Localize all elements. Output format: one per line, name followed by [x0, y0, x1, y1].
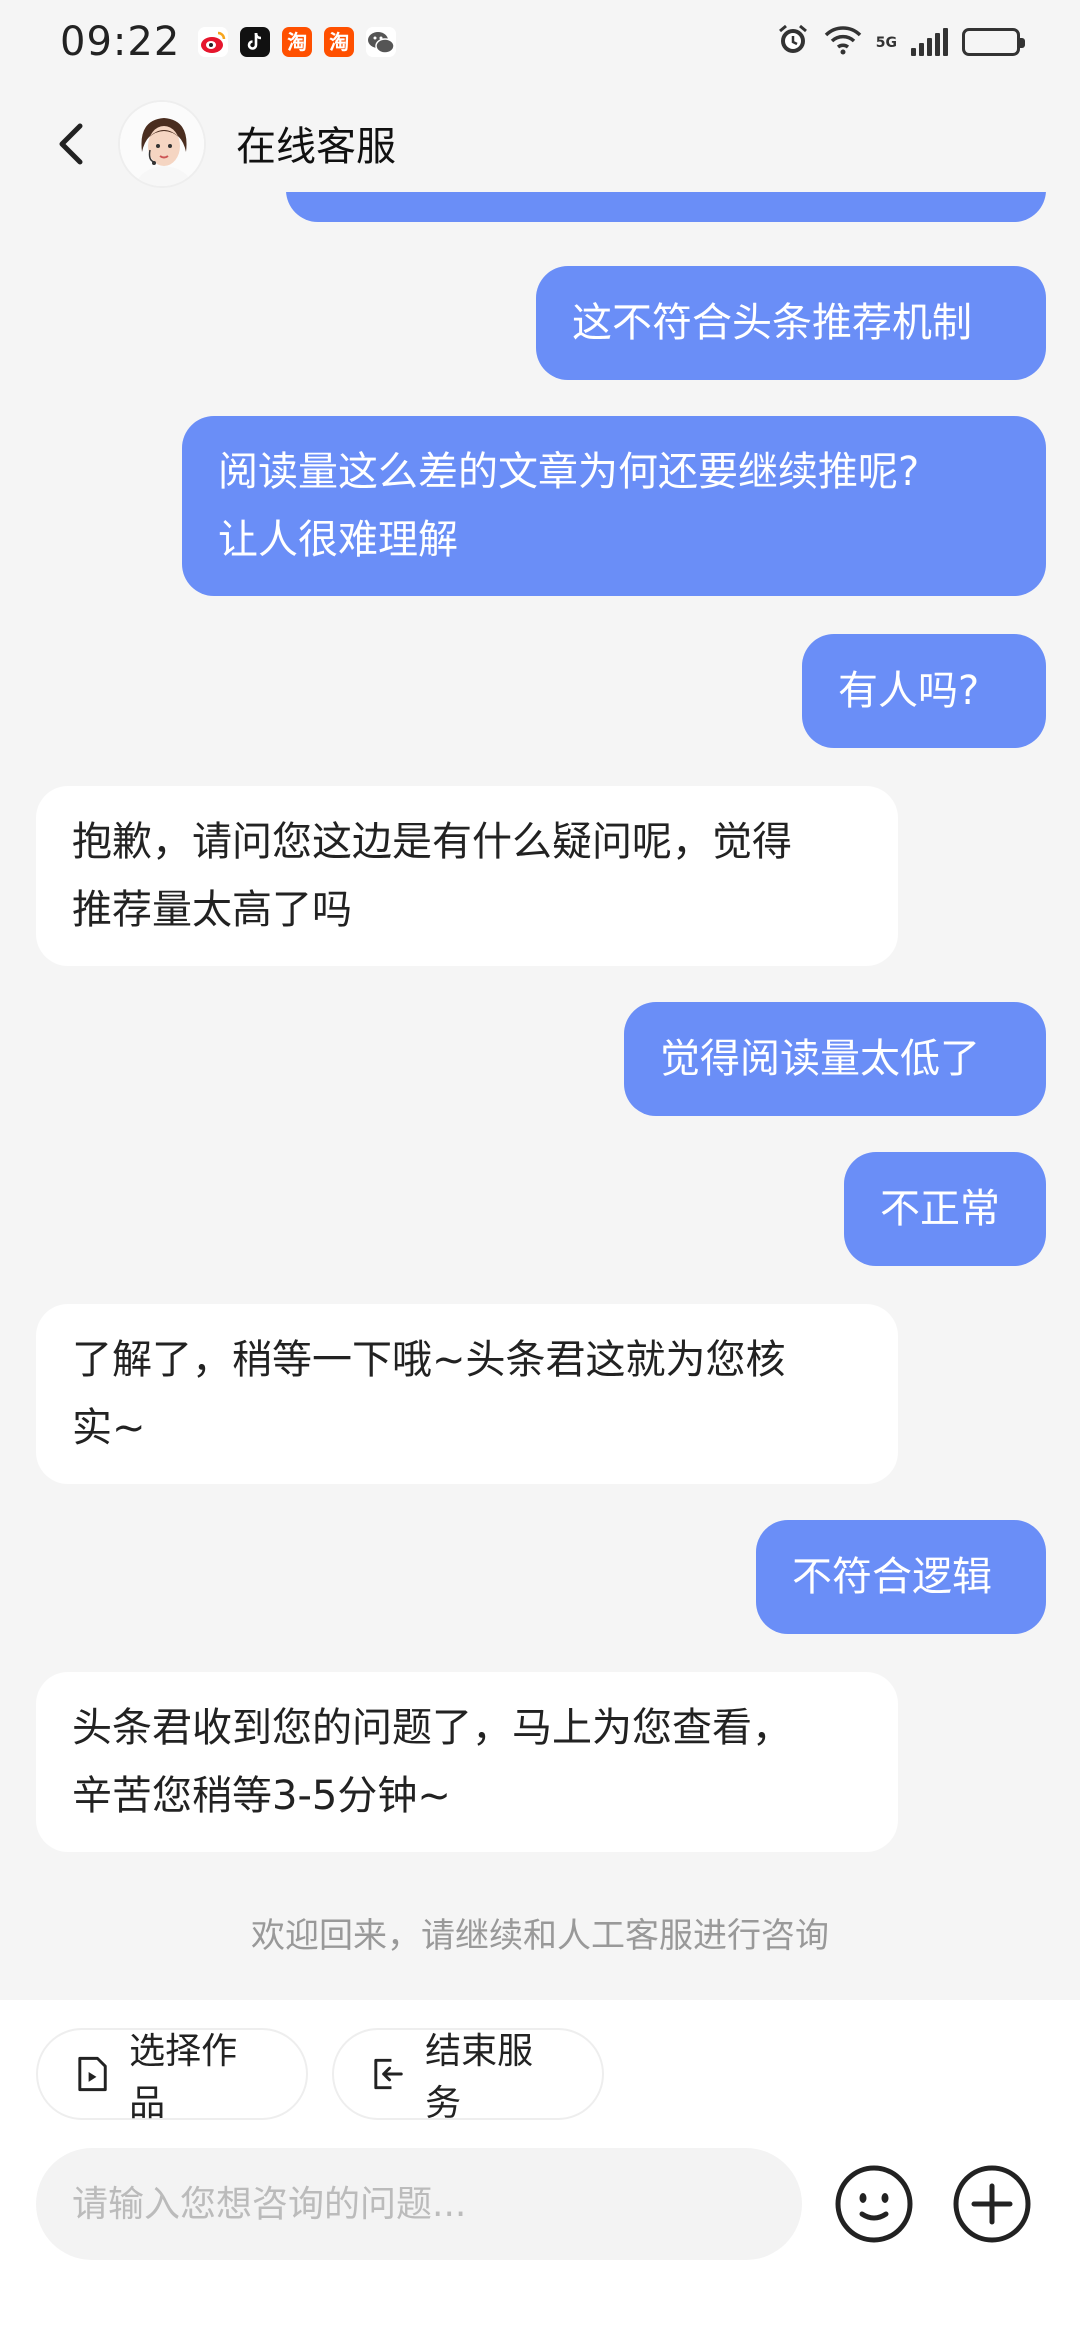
signal-icon — [911, 28, 948, 56]
message-text: 这不符合头条推荐机制 — [572, 300, 972, 346]
message-bubble-incoming[interactable]: 头条君收到您的问题了，马上为您查看， 辛苦您稍等3-5分钟~ — [36, 1672, 898, 1852]
message-bubble-outgoing[interactable]: 这不符合头条推荐机制 — [536, 266, 1046, 380]
select-work-button[interactable]: 选择作品 — [36, 2028, 308, 2124]
chat-list[interactable]: 这不符合头条推荐机制 阅读量这么差的文章为何还要继续推呢? 让人很难理解 有人吗… — [0, 192, 1080, 2000]
system-status: 5G — [776, 23, 1025, 61]
message-text: 阅读量这么差的文章为何还要继续推呢? — [218, 449, 920, 495]
alarm-icon — [776, 23, 810, 61]
end-service-label: 结束服务 — [425, 2031, 534, 2124]
network-type: 5G — [875, 35, 897, 51]
composer-area: 选择作品 结束服务 — [0, 2000, 1080, 2340]
exit-icon — [374, 2058, 403, 2090]
message-text: 让人很难理解 — [218, 517, 458, 563]
message-bubble-outgoing[interactable]: 不符合逻辑 — [756, 1520, 1046, 1634]
status-bar: 09:22 淘 淘 5G — [0, 0, 1080, 84]
chat-header: 在线客服 — [0, 96, 1080, 192]
plus-icon — [953, 2165, 1031, 2243]
message-text: 有人吗? — [838, 668, 980, 714]
more-button[interactable] — [950, 2162, 1034, 2246]
system-hint: 欢迎回来，请继续和人工客服进行咨询 — [251, 1916, 829, 1956]
emoji-button[interactable] — [832, 2162, 916, 2246]
message-text: 推荐量太高了吗 — [72, 887, 352, 933]
battery-icon — [962, 28, 1025, 56]
message-bubble-incoming[interactable]: 抱歉，请问您这边是有什么疑问呢，觉得 推荐量太高了吗 — [36, 786, 898, 966]
emoji-icon — [835, 2165, 913, 2243]
status-time: 09:22 — [60, 19, 181, 65]
message-text: 辛苦您稍等3-5分钟~ — [72, 1773, 451, 1819]
message-bubble-outgoing[interactable] — [286, 192, 1046, 222]
tiktok-icon — [240, 27, 271, 57]
message-text: 不正常 — [880, 1186, 1000, 1232]
notification-icons: 淘 淘 — [198, 27, 397, 57]
avatar[interactable] — [118, 100, 206, 188]
message-text: 觉得阅读量太低了 — [660, 1036, 980, 1082]
wechat-icon — [366, 27, 397, 57]
message-input[interactable] — [36, 2148, 802, 2260]
message-text: 抱歉，请问您这边是有什么疑问呢，觉得 — [72, 819, 792, 865]
taobao-icon: 淘 — [282, 27, 313, 57]
end-service-button[interactable]: 结束服务 — [332, 2028, 604, 2124]
back-button[interactable] — [44, 116, 100, 172]
select-work-label: 选择作品 — [129, 2031, 238, 2124]
message-text: 头条君收到您的问题了，马上为您查看， — [72, 1705, 792, 1751]
message-text: 不符合逻辑 — [792, 1554, 992, 1600]
message-bubble-outgoing[interactable]: 有人吗? — [802, 634, 1046, 748]
video-file-icon — [78, 2056, 107, 2092]
taobao-icon: 淘 — [324, 27, 355, 57]
wifi-icon — [824, 25, 862, 59]
message-bubble-incoming[interactable]: 了解了，稍等一下哦~头条君这就为您核 实~ — [36, 1304, 898, 1484]
page-title: 在线客服 — [236, 124, 396, 170]
message-bubble-outgoing[interactable]: 阅读量这么差的文章为何还要继续推呢? 让人很难理解 — [182, 416, 1046, 596]
message-bubble-outgoing[interactable]: 觉得阅读量太低了 — [624, 1002, 1046, 1116]
message-text: 实~ — [72, 1405, 146, 1451]
message-bubble-outgoing[interactable]: 不正常 — [844, 1152, 1046, 1266]
message-text: 了解了，稍等一下哦~头条君这就为您核 — [72, 1337, 786, 1383]
weibo-icon — [198, 27, 229, 57]
